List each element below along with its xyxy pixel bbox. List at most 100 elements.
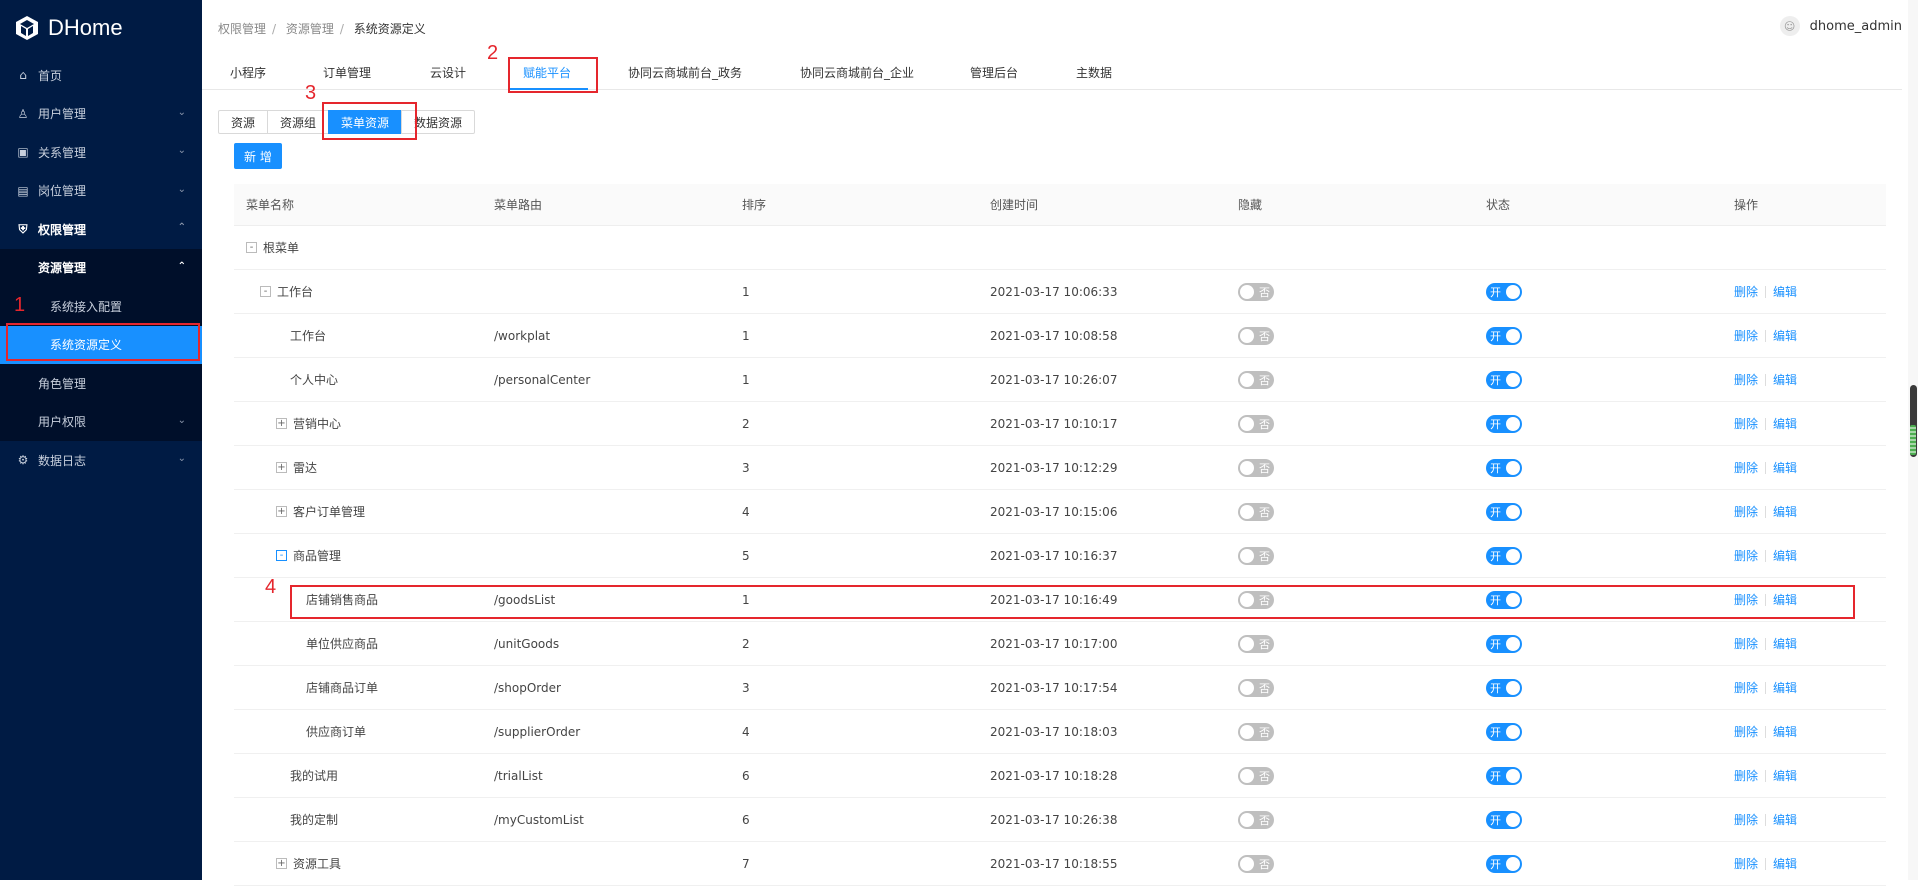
hidden-cell: 否 — [1238, 358, 1274, 401]
sidebar-item[interactable]: ▣ 关系管理 ⌄ — [0, 133, 202, 172]
sidebar-item[interactable]: ⛨ 权限管理 ⌃ — [0, 210, 202, 249]
hidden-switch[interactable]: 否 — [1238, 502, 1274, 521]
status-switch[interactable]: 开 — [1486, 370, 1522, 389]
edit-link[interactable]: 编辑 — [1773, 371, 1797, 388]
edit-link[interactable]: 编辑 — [1773, 547, 1797, 564]
delete-link[interactable]: 删除 — [1734, 547, 1758, 564]
delete-link[interactable]: 删除 — [1734, 635, 1758, 652]
tab-item[interactable]: 主数据 — [1076, 64, 1112, 81]
breadcrumb-item[interactable]: 资源管理 — [286, 22, 334, 36]
switch-label: 开 — [1490, 417, 1501, 431]
sidebar-item-resource-mgmt[interactable]: 资源管理 ⌃ — [0, 249, 202, 288]
hidden-switch[interactable]: 否 — [1238, 458, 1274, 477]
delete-link[interactable]: 删除 — [1734, 327, 1758, 344]
delete-link[interactable]: 删除 — [1734, 811, 1758, 828]
hidden-switch[interactable]: 否 — [1238, 414, 1274, 433]
expand-icon[interactable]: + — [276, 858, 287, 869]
table-row: 个人中心 /personalCenter 1 2021-03-17 10:26:… — [234, 358, 1886, 402]
switch-knob — [1506, 284, 1520, 299]
tab-item[interactable]: 订单管理 — [323, 64, 371, 81]
hidden-switch[interactable]: 否 — [1238, 722, 1274, 741]
hidden-switch[interactable]: 否 — [1238, 370, 1274, 389]
breadcrumb-current: 系统资源定义 — [353, 22, 426, 36]
status-switch[interactable]: 开 — [1486, 546, 1522, 565]
status-switch[interactable]: 开 — [1486, 854, 1522, 873]
segment-resource-group[interactable]: 资源组 — [267, 110, 330, 134]
hidden-switch[interactable]: 否 — [1238, 810, 1274, 829]
sidebar-item[interactable]: ▤ 岗位管理 ⌄ — [0, 172, 202, 211]
status-switch[interactable]: 开 — [1486, 282, 1522, 301]
status-switch[interactable]: 开 — [1486, 326, 1522, 345]
edit-link[interactable]: 编辑 — [1773, 503, 1797, 520]
status-switch[interactable]: 开 — [1486, 766, 1522, 785]
edit-link[interactable]: 编辑 — [1773, 855, 1797, 872]
breadcrumb-item[interactable]: 权限管理 — [218, 22, 266, 36]
delete-link[interactable]: 删除 — [1734, 679, 1758, 696]
delete-link[interactable]: 删除 — [1734, 415, 1758, 432]
expand-icon[interactable]: + — [276, 418, 287, 429]
hidden-switch[interactable]: 否 — [1238, 634, 1274, 653]
hidden-switch[interactable]: 否 — [1238, 326, 1274, 345]
hidden-cell: 否 — [1238, 402, 1274, 445]
hidden-switch[interactable]: 否 — [1238, 546, 1274, 565]
delete-link[interactable]: 删除 — [1734, 855, 1758, 872]
delete-link[interactable]: 删除 — [1734, 767, 1758, 784]
status-switch[interactable]: 开 — [1486, 414, 1522, 433]
edit-link[interactable]: 编辑 — [1773, 459, 1797, 476]
sidebar-item[interactable]: ⌂ 首页 — [0, 56, 202, 95]
collapse-icon[interactable]: - — [276, 550, 287, 561]
sidebar-item-data-log[interactable]: ⚙ 数据日志 ⌄ — [0, 441, 202, 480]
status-switch[interactable]: 开 — [1486, 810, 1522, 829]
sidebar-item-label: 权限管理 — [38, 222, 87, 237]
status-switch[interactable]: 开 — [1486, 502, 1522, 521]
hidden-switch[interactable]: 否 — [1238, 766, 1274, 785]
edit-link[interactable]: 编辑 — [1773, 679, 1797, 696]
segment-resource[interactable]: 资源 — [218, 110, 269, 134]
edit-link[interactable]: 编辑 — [1773, 327, 1797, 344]
collapse-icon[interactable]: - — [260, 286, 271, 297]
hidden-switch[interactable]: 否 — [1238, 854, 1274, 873]
user-menu[interactable]: ☺ dhome_admin — [1779, 16, 1902, 36]
sidebar-item-role-mgmt[interactable]: 角色管理 — [0, 364, 202, 403]
expand-icon[interactable]: + — [276, 462, 287, 473]
sidebar-item[interactable]: ♙ 用户管理 ⌄ — [0, 95, 202, 134]
expand-icon[interactable]: + — [276, 506, 287, 517]
delete-link[interactable]: 删除 — [1734, 371, 1758, 388]
status-switch[interactable]: 开 — [1486, 678, 1522, 697]
edit-link[interactable]: 编辑 — [1773, 283, 1797, 300]
table-row: 单位供应商品 /unitGoods 2 2021-03-17 10:17:00 … — [234, 622, 1886, 666]
sort-cell: 6 — [742, 812, 750, 827]
hidden-switch[interactable]: 否 — [1238, 282, 1274, 301]
status-switch[interactable]: 开 — [1486, 458, 1522, 477]
divider — [1765, 505, 1767, 518]
switch-label: 开 — [1490, 329, 1501, 343]
edit-link[interactable]: 编辑 — [1773, 723, 1797, 740]
hidden-switch[interactable]: 否 — [1238, 678, 1274, 697]
delete-link[interactable]: 删除 — [1734, 503, 1758, 520]
tab-item[interactable]: 小程序 — [230, 64, 266, 81]
delete-link[interactable]: 删除 — [1734, 283, 1758, 300]
edit-link[interactable]: 编辑 — [1773, 767, 1797, 784]
collapse-icon[interactable]: - — [246, 242, 257, 253]
tab-item[interactable]: 协同云商城前台_企业 — [800, 64, 914, 81]
tab-item[interactable]: 云设计 — [430, 64, 466, 81]
status-switch[interactable]: 开 — [1486, 634, 1522, 653]
app-logo[interactable]: DHome — [0, 0, 202, 56]
annotation-box-2 — [508, 57, 598, 93]
table-row: - 商品管理 5 2021-03-17 10:16:37 否 开 删除 编辑 — [234, 534, 1886, 578]
tab-item[interactable]: 管理后台 — [970, 64, 1018, 81]
edit-link[interactable]: 编辑 — [1773, 635, 1797, 652]
edit-link[interactable]: 编辑 — [1773, 811, 1797, 828]
divider — [1765, 461, 1767, 474]
edit-link[interactable]: 编辑 — [1773, 415, 1797, 432]
tab-item[interactable]: 协同云商城前台_政务 — [628, 64, 742, 81]
delete-link[interactable]: 删除 — [1734, 459, 1758, 476]
sidebar-item-user-permission[interactable]: 用户权限 ⌄ — [0, 403, 202, 442]
add-button[interactable]: 新 增 — [234, 143, 282, 169]
delete-link[interactable]: 删除 — [1734, 723, 1758, 740]
status-switch[interactable]: 开 — [1486, 722, 1522, 741]
sidebar-item-system-access-config[interactable]: 系统接入配置 — [0, 287, 202, 326]
vertical-scrollbar[interactable] — [1908, 0, 1918, 880]
switch-knob — [1240, 680, 1254, 695]
chevron-down-icon: ⌄ — [177, 414, 186, 426]
